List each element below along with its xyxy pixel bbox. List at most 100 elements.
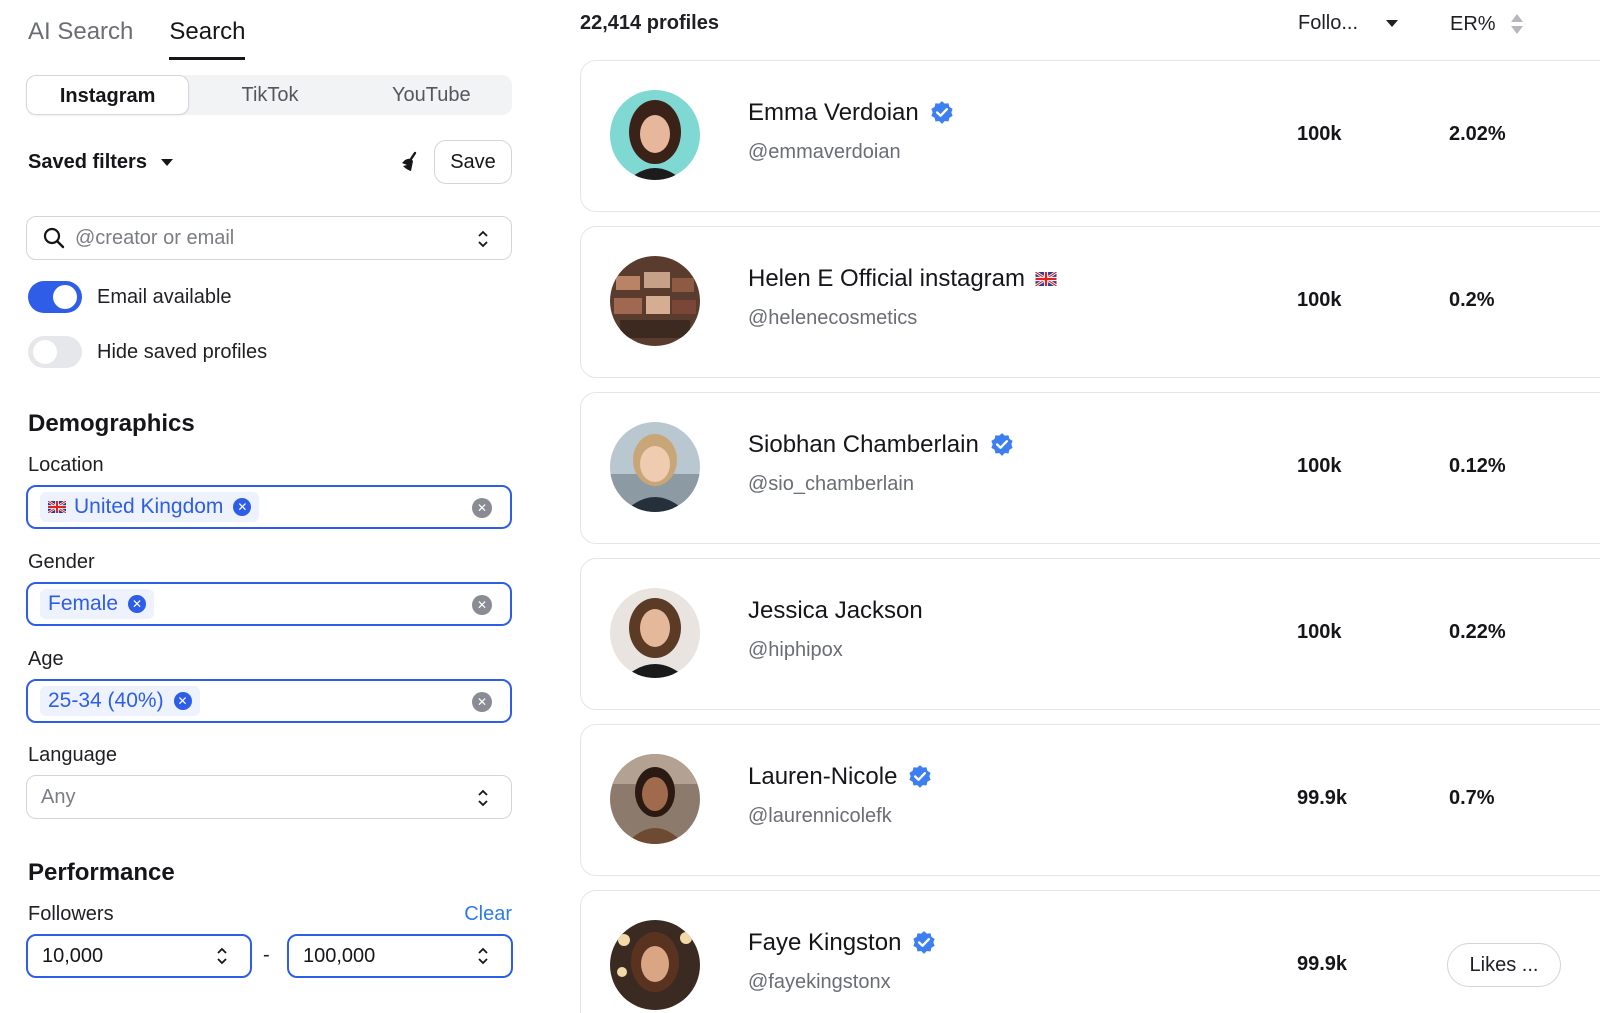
profile-card[interactable]: Emma Verdoian @emmaverdoian 100k 2.02%: [580, 60, 1600, 212]
filter-panel: AI Search Search Instagram TikTok YouTub…: [0, 0, 540, 1013]
gender-label: Gender: [28, 551, 95, 573]
gender-chip: Female ✕: [40, 589, 155, 619]
updown-chevron-icon: [217, 947, 227, 965]
followers-min-field[interactable]: 10,000: [26, 934, 252, 978]
followers-label: Followers: [28, 903, 114, 925]
email-available-label: Email available: [97, 285, 232, 308]
age-field[interactable]: 25-34 (40%) ✕ ✕: [26, 679, 512, 723]
followers-count: 99.9k: [1297, 787, 1348, 809]
location-field[interactable]: United Kingdom ✕ ✕: [26, 485, 512, 529]
range-dash: -: [263, 944, 270, 966]
avatar: [610, 90, 700, 180]
save-filters-button[interactable]: Save: [434, 140, 512, 184]
location-label: Location: [28, 454, 104, 476]
gender-field[interactable]: Female ✕ ✕: [26, 582, 512, 626]
followers-count: 100k: [1297, 289, 1342, 311]
email-available-row: Email available: [28, 280, 232, 314]
followers-max-field[interactable]: 100,000: [287, 934, 513, 978]
age-chip-label: 25-34 (40%): [48, 689, 164, 712]
updown-chevron-icon: [478, 789, 488, 807]
followers-count: 100k: [1297, 621, 1342, 643]
uk-flag-icon: [48, 501, 66, 513]
platform-tiktok[interactable]: TikTok: [189, 75, 350, 115]
profile-handle: @sio_chamberlain: [748, 473, 914, 495]
age-label: Age: [28, 648, 64, 670]
engagement-rate: 0.7%: [1449, 787, 1495, 809]
platform-instagram[interactable]: Instagram: [26, 75, 190, 115]
uk-flag-icon: [1035, 272, 1058, 286]
updown-chevron-icon: [478, 947, 488, 965]
sort-er-column[interactable]: ER%: [1450, 12, 1524, 36]
avatar: [610, 422, 700, 512]
language-value: Any: [41, 786, 76, 808]
hide-saved-label: Hide saved profiles: [97, 340, 268, 363]
engagement-rate: 0.22%: [1449, 621, 1506, 643]
followers-min-value: 10,000: [42, 945, 104, 967]
profile-handle: @hiphipox: [748, 639, 843, 661]
profile-name[interactable]: Faye Kingston: [748, 929, 901, 957]
creator-search-field: [26, 216, 512, 260]
likes-button[interactable]: Likes ...: [1447, 943, 1561, 987]
profile-card[interactable]: Siobhan Chamberlain @sio_chamberlain 100…: [580, 392, 1600, 544]
search-icon: [43, 227, 65, 249]
profile-card[interactable]: Faye Kingston @fayekingstonx 99.9k Likes…: [580, 890, 1600, 1013]
saved-filters-dropdown[interactable]: Saved filters: [28, 151, 147, 174]
tab-ai-search[interactable]: AI Search: [28, 14, 133, 60]
clear-followers-link[interactable]: Clear: [464, 903, 512, 926]
platform-switcher: Instagram TikTok YouTube: [26, 75, 512, 115]
profile-name[interactable]: Emma Verdoian: [748, 99, 919, 127]
profile-handle: @emmaverdoian: [748, 141, 901, 163]
location-chip-label: United Kingdom: [74, 495, 224, 518]
age-chip: 25-34 (40%) ✕: [40, 686, 200, 716]
clear-location-icon[interactable]: ✕: [472, 498, 492, 518]
updown-chevron-icon[interactable]: [477, 229, 489, 249]
followers-max-value: 100,000: [303, 945, 376, 967]
search-input[interactable]: [75, 226, 445, 250]
gender-chip-label: Female: [48, 592, 119, 615]
followers-count: 99.9k: [1297, 953, 1348, 975]
sort-er-label: ER%: [1450, 12, 1496, 35]
profile-name[interactable]: Jessica Jackson: [748, 597, 923, 625]
profile-card[interactable]: Lauren-Nicole @laurennicolefk 99.9k 0.7%: [580, 724, 1600, 876]
engagement-rate: 0.2%: [1449, 289, 1495, 311]
avatar: [610, 920, 700, 1010]
remove-gender-icon[interactable]: ✕: [128, 595, 147, 613]
hide-saved-row: Hide saved profiles: [28, 335, 267, 369]
avatar: [610, 754, 700, 844]
language-select[interactable]: Any: [26, 775, 512, 819]
hide-saved-toggle[interactable]: [28, 336, 82, 368]
profile-card[interactable]: Jessica Jackson @hiphipox 100k 0.22%: [580, 558, 1600, 710]
sort-followers-label: Follo...: [1298, 12, 1359, 34]
tab-search[interactable]: Search: [169, 14, 246, 60]
sort-followers-dropdown[interactable]: Follo...: [1298, 12, 1399, 35]
location-chip: United Kingdom ✕: [40, 492, 260, 522]
search-mode-tabs: AI Search Search: [28, 14, 246, 60]
followers-count: 100k: [1297, 123, 1342, 145]
clear-gender-icon[interactable]: ✕: [472, 595, 492, 615]
profile-name[interactable]: Siobhan Chamberlain: [748, 431, 979, 459]
verified-badge-icon: [909, 765, 932, 788]
chevron-down-icon[interactable]: [160, 158, 173, 166]
profile-handle: @laurennicolefk: [748, 805, 892, 827]
email-available-toggle[interactable]: [28, 281, 82, 313]
engagement-rate: 0.12%: [1449, 455, 1506, 477]
avatar: [610, 256, 700, 346]
profile-card[interactable]: Helen E Official instagram @helenecosmet…: [580, 226, 1600, 378]
engagement-rate: 2.02%: [1449, 123, 1506, 145]
clear-age-icon[interactable]: ✕: [472, 692, 492, 712]
verified-badge-icon: [913, 931, 936, 954]
broom-icon[interactable]: [398, 150, 422, 174]
remove-location-icon[interactable]: ✕: [233, 498, 252, 516]
verified-badge-icon: [991, 433, 1013, 456]
profile-name[interactable]: Lauren-Nicole: [748, 763, 897, 791]
platform-youtube[interactable]: YouTube: [351, 75, 512, 115]
demographics-title: Demographics: [28, 410, 195, 437]
verified-badge-icon: [931, 101, 953, 124]
chevron-down-icon: [1386, 20, 1399, 27]
saved-filters-row: Saved filters Save: [28, 140, 512, 184]
language-label: Language: [28, 744, 117, 766]
profile-name[interactable]: Helen E Official instagram: [748, 265, 1025, 293]
performance-title: Performance: [28, 859, 175, 886]
sort-icon: [1510, 14, 1523, 34]
remove-age-icon[interactable]: ✕: [173, 692, 192, 710]
